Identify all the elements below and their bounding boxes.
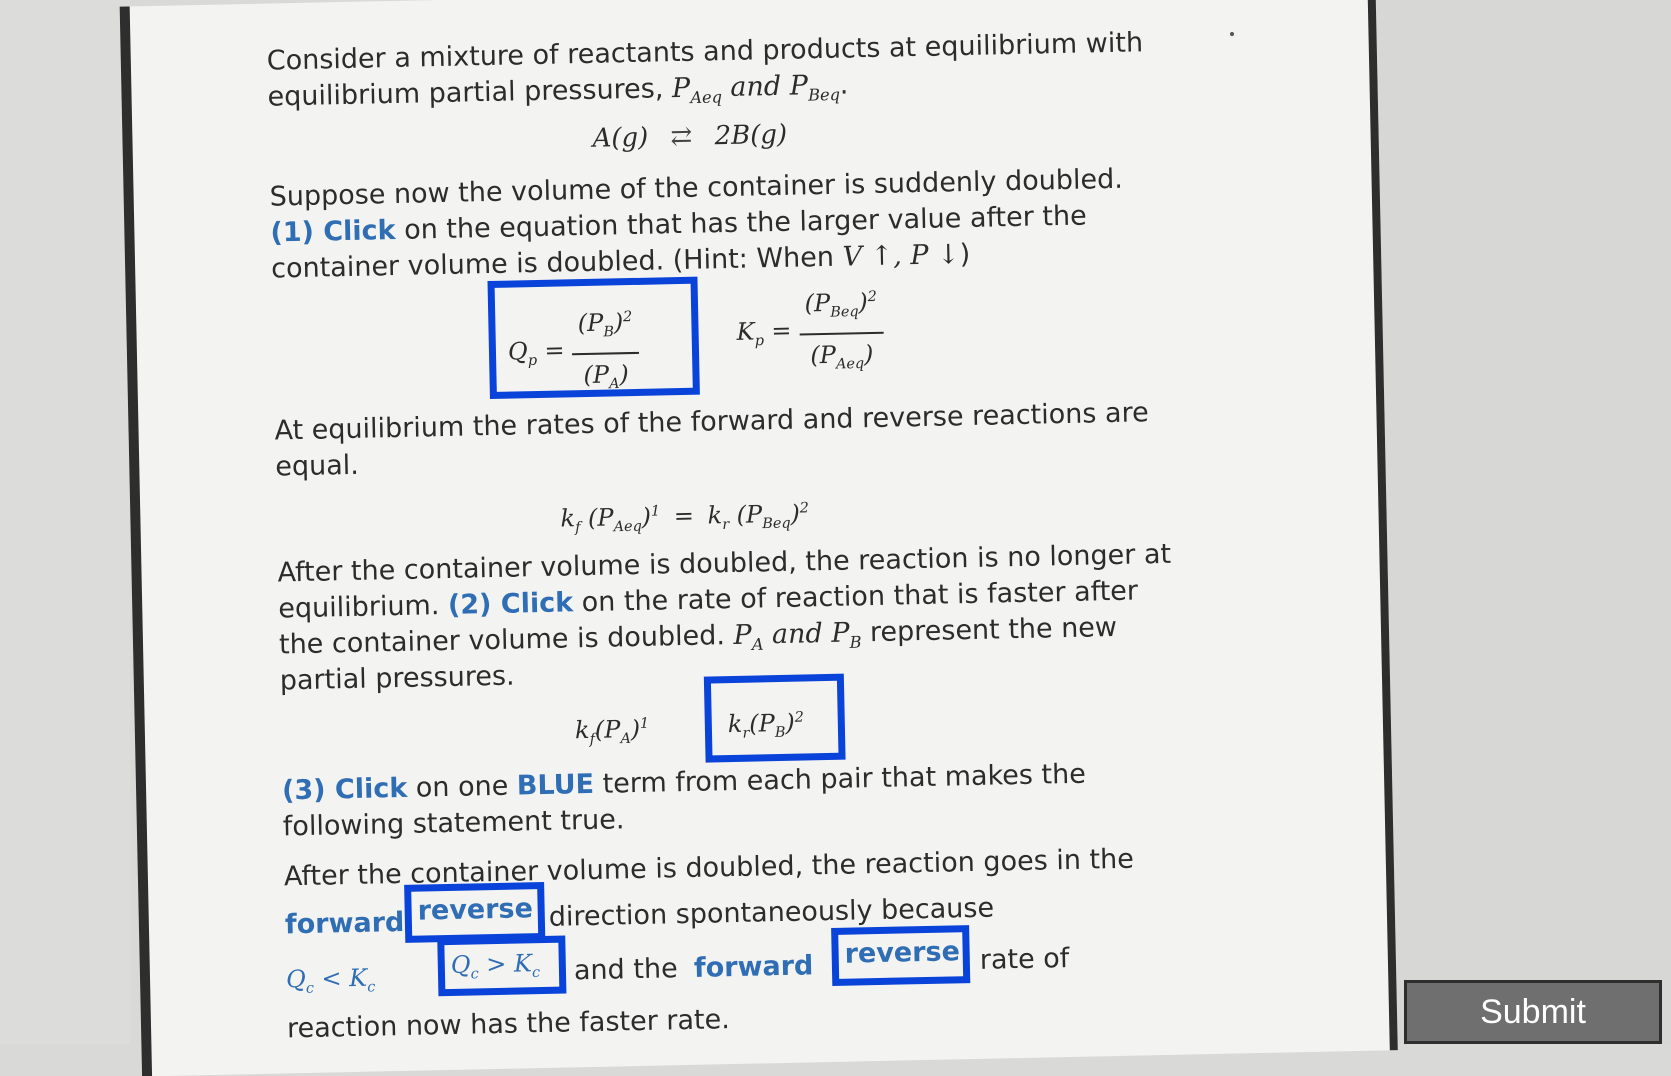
rate-of-text: rate of	[979, 943, 1070, 976]
right-background	[1375, 0, 1671, 1044]
rate-equality-equation: kf (PAeq)1 = kr (PBeq)2	[560, 499, 810, 537]
reactant: A(g)	[592, 122, 649, 154]
direction-forward-option[interactable]: forward	[285, 905, 405, 943]
direction-reverse-option[interactable]: reverse	[404, 881, 546, 943]
screen-speck	[1230, 32, 1234, 36]
reverse-rate-option[interactable]: kr(PB)2	[703, 673, 846, 763]
left-background	[0, 0, 130, 1044]
step2-line-4: partial pressures.	[279, 660, 515, 697]
kp-symbol: Kp	[736, 317, 765, 350]
submit-button[interactable]: Submit	[1404, 980, 1662, 1044]
equilibrium-line-2: equal.	[275, 449, 360, 483]
p-a-eq: PAeq	[671, 72, 723, 108]
q-greater-than-k-option[interactable]: Qc > Kc	[437, 935, 567, 997]
p-b-eq: PBeq	[789, 70, 841, 105]
step3-line-2: following statement true.	[282, 804, 625, 843]
forward-rate-option[interactable]: kf(PA)1	[574, 706, 650, 758]
equilibrium-line-1: At equilibrium the rates of the forward …	[274, 397, 1149, 447]
rate-forward-option[interactable]: forward	[694, 948, 814, 986]
step1-label: (1) Click	[270, 214, 396, 249]
kp-fraction: (PBeq)2 (PAeq)	[798, 278, 884, 383]
product: 2B(g)	[714, 119, 788, 152]
and-the-text: and the	[573, 953, 678, 987]
statement-last-line: reaction now has the faster rate.	[286, 1004, 731, 1045]
q-less-than-k-option[interactable]: Qc < Kc	[286, 960, 376, 1008]
kp-equation-option[interactable]: Kp = (PBeq)2 (PAeq)	[736, 278, 885, 385]
reaction-equation: A(g) ⇄ 2B(g)	[592, 117, 787, 157]
qp-equation-option[interactable]: Qp = (PB)2 (PA)	[487, 276, 700, 400]
qp-symbol: Qp	[507, 337, 538, 369]
qp-fraction: (PB)2 (PA)	[571, 298, 640, 403]
step2-label: (2) Click	[447, 587, 574, 621]
step3-line-1: (3) Click on one BLUE term from each pai…	[281, 758, 1087, 807]
hint-math: V ↑, P ↓	[842, 239, 961, 273]
question-panel: Consider a mixture of reactants and prod…	[119, 0, 1398, 1076]
rate-reverse-option[interactable]: reverse	[831, 925, 971, 986]
step3-label: (3) Click	[281, 772, 408, 807]
equilibrium-arrow-icon: ⇄	[670, 121, 693, 153]
